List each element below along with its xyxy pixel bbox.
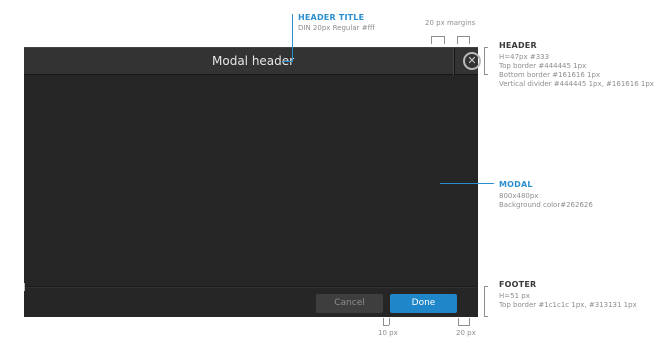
margin-bracket-left bbox=[431, 36, 432, 44]
bottom-bracket-right-base bbox=[458, 325, 470, 326]
bottom-bracket-left-b bbox=[389, 318, 390, 325]
bottom-bracket-left-a bbox=[383, 318, 384, 325]
margin-bracket-mid-left bbox=[444, 36, 445, 44]
annotation-header-title-spec: DIN 20px Regular #fff bbox=[298, 24, 375, 32]
annotation-header-title: HEADER TITLE bbox=[298, 13, 365, 22]
annotation-header-spec-0: H=47px #333 bbox=[499, 53, 550, 61]
bottom-bracket-right-b bbox=[469, 318, 470, 325]
annotation-footer-spec-1: Top border #1c1c1c 1px, #313131 1px bbox=[499, 301, 637, 309]
header-bracket-top bbox=[484, 47, 488, 48]
annotation-header-spec-3: Vertical divider #444445 1px, #161616 1p… bbox=[499, 80, 654, 88]
modal-title: Modal header bbox=[212, 54, 295, 68]
header-title-leader-line bbox=[292, 14, 293, 62]
annotation-modal: MODAL bbox=[499, 180, 533, 189]
header-bracket-bottom bbox=[484, 74, 488, 75]
left-edge-tick bbox=[24, 283, 25, 291]
margin-bracket-mid-right bbox=[457, 36, 458, 44]
header-bracket-line bbox=[484, 47, 485, 75]
done-button[interactable]: Done bbox=[390, 294, 457, 313]
footer-bracket-top bbox=[484, 286, 488, 287]
margin-bracket-top-right bbox=[457, 36, 469, 37]
modal-footer: Cancel Done bbox=[24, 286, 478, 317]
margin-bracket-top-left bbox=[431, 36, 444, 37]
cancel-button[interactable]: Cancel bbox=[316, 294, 383, 313]
annotation-header-spec-2: Bottom border #161616 1px bbox=[499, 71, 601, 79]
modal-leader-line bbox=[440, 183, 494, 184]
annotation-header: HEADER bbox=[499, 41, 537, 50]
header-vertical-divider bbox=[453, 48, 454, 75]
annotation-bottom-left: 10 px bbox=[378, 329, 398, 337]
annotation-margins: 20 px margins bbox=[425, 19, 476, 27]
header-title-leader-tick bbox=[283, 61, 293, 62]
margin-bracket-right bbox=[469, 36, 470, 44]
annotation-modal-spec-0: 800x480px bbox=[499, 192, 539, 200]
modal: Modal header ✕ Cancel Done bbox=[24, 47, 481, 317]
annotation-bottom-right: 20 px bbox=[456, 329, 476, 337]
annotation-modal-spec-1: Background color#262626 bbox=[499, 201, 593, 209]
annotation-footer: FOOTER bbox=[499, 280, 537, 289]
close-circle-icon[interactable]: ✕ bbox=[463, 52, 481, 70]
bottom-bracket-left-base bbox=[383, 325, 389, 326]
annotation-footer-spec-0: H=51 px bbox=[499, 292, 530, 300]
annotation-header-spec-1: Top border #444445 1px bbox=[499, 62, 587, 70]
bottom-bracket-right-a bbox=[458, 318, 459, 325]
modal-header: Modal header ✕ bbox=[24, 47, 481, 75]
footer-bracket-bottom bbox=[484, 316, 488, 317]
footer-bracket-line bbox=[484, 286, 485, 317]
